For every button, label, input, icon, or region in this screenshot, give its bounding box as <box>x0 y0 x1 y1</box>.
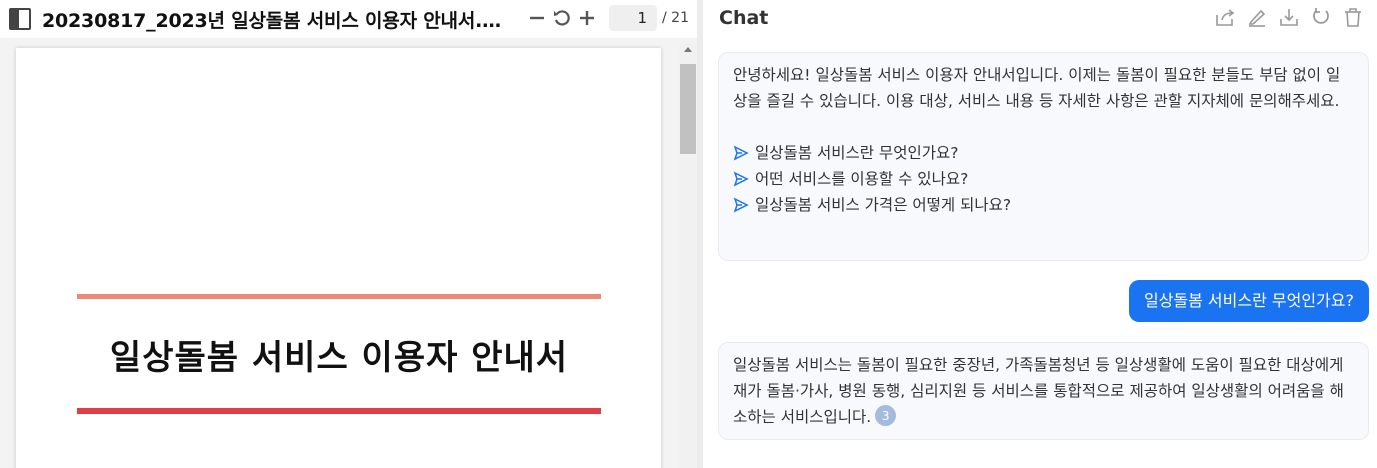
heading-rule-top <box>77 294 601 299</box>
heading-rule-bottom <box>77 408 601 414</box>
citation-badge[interactable]: 3 <box>875 405 897 426</box>
rotate-ccw-icon <box>554 10 570 26</box>
suggestion-item[interactable]: 어떤 서비스를 이용할 수 있나요? <box>733 166 1354 192</box>
edit-icon <box>1248 9 1266 27</box>
send-arrow-icon <box>733 145 749 161</box>
assistant-message: 안녕하세요! 일상돌봄 서비스 이용자 안내서입니다. 이제는 돌봄이 필요한 … <box>718 52 1369 261</box>
download-button[interactable] <box>1277 5 1301 29</box>
chat-title: Chat <box>719 7 769 29</box>
page-number-input[interactable] <box>609 5 657 31</box>
refresh-icon <box>1313 8 1329 24</box>
trash-icon <box>1345 8 1361 27</box>
send-arrow-icon <box>733 197 749 213</box>
chat-pane: Chat 안녕하세요! 일상돌봄 서비스 이용자 안내서입니다. 이제는 돌봄이… <box>703 0 1377 468</box>
delete-button[interactable] <box>1341 5 1365 29</box>
pdf-page-heading: 일상돌봄 서비스 이용자 안내서 <box>109 338 569 378</box>
share-icon <box>1216 9 1235 26</box>
page-total: / 21 <box>662 10 689 26</box>
pdf-scrollbar[interactable] <box>679 44 697 468</box>
suggestion-label: 일상돌봄 서비스 가격은 어떻게 되나요? <box>755 196 1012 214</box>
assistant-message: 일상돌봄 서비스는 돌봄이 필요한 중장년, 가족돌봄청년 등 일상생활에 도움… <box>718 342 1369 440</box>
refresh-button[interactable] <box>1309 5 1333 29</box>
share-button[interactable] <box>1213 5 1237 29</box>
download-icon <box>1280 9 1298 26</box>
plus-icon <box>580 11 594 25</box>
suggestion-label: 일상돌봄 서비스란 무엇인가요? <box>755 144 959 162</box>
suggestion-item[interactable]: 일상돌봄 서비스란 무엇인가요? <box>733 140 1354 166</box>
sidebar-toggle-icon[interactable] <box>9 8 31 30</box>
document-title: 20230817_2023년 일상돌봄 서비스 이용자 안내서.pdf <box>42 10 502 32</box>
zoom-in-button[interactable] <box>575 6 599 30</box>
pdf-viewer-pane: 20230817_2023년 일상돌봄 서비스 이용자 안내서.pdf / 21… <box>0 0 703 468</box>
chat-actions <box>1213 5 1365 29</box>
pdf-toolbar: 20230817_2023년 일상돌봄 서비스 이용자 안내서.pdf / 21 <box>0 0 703 38</box>
send-arrow-icon <box>733 171 749 187</box>
pdf-viewport[interactable]: 일상돌봄 서비스 이용자 안내서 <box>0 38 679 468</box>
scroll-up-arrow-icon[interactable] <box>684 47 692 52</box>
suggested-questions: 일상돌봄 서비스란 무엇인가요? 어떤 서비스를 이용할 수 있나요? 일상돌봄… <box>733 140 1354 218</box>
rotate-button[interactable] <box>550 6 574 30</box>
zoom-out-button[interactable] <box>525 6 549 30</box>
minus-icon <box>530 16 544 20</box>
edit-button[interactable] <box>1245 5 1269 29</box>
message-text: 안녕하세요! 일상돌봄 서비스 이용자 안내서입니다. 이제는 돌봄이 필요한 … <box>733 66 1341 110</box>
pdf-page: 일상돌봄 서비스 이용자 안내서 <box>16 48 661 468</box>
scroll-thumb[interactable] <box>680 64 696 154</box>
user-message: 일상돌봄 서비스란 무엇인가요? <box>1128 280 1369 322</box>
suggestion-item[interactable]: 일상돌봄 서비스 가격은 어떻게 되나요? <box>733 192 1354 218</box>
suggestion-label: 어떤 서비스를 이용할 수 있나요? <box>755 170 969 188</box>
message-text: 일상돌봄 서비스는 돌봄이 필요한 중장년, 가족돌봄청년 등 일상생활에 도움… <box>733 356 1344 426</box>
